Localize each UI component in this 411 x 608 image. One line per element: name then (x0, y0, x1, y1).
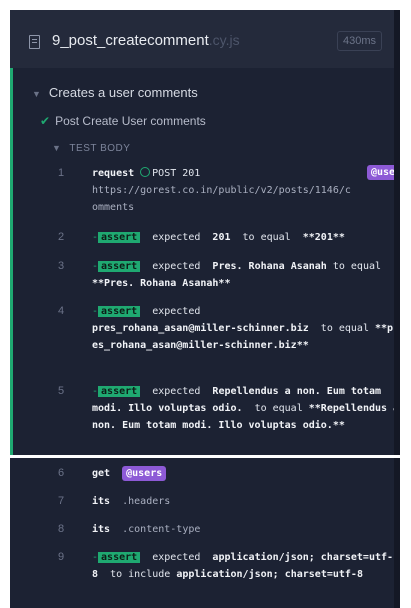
command-number: 6 (58, 467, 65, 479)
command-arg: .headers (122, 496, 171, 507)
alias-badge[interactable]: @users (122, 466, 167, 481)
command-number: 2 (58, 231, 65, 243)
test-body-label[interactable]: ▼ TEST BODY (52, 143, 130, 154)
request-method: POST 201 (152, 168, 201, 179)
assert-badge: assert (98, 552, 141, 563)
caret-down-icon: ▼ (52, 143, 62, 153)
command-name: its (92, 524, 111, 535)
caret-down-icon: ▼ (32, 89, 41, 99)
check-icon: ✔ (40, 114, 51, 128)
scrollbar-track[interactable] (394, 458, 400, 608)
command-number: 8 (58, 523, 65, 535)
assert-badge: assert (98, 386, 141, 397)
file-icon (29, 35, 40, 49)
spec-extension: .cy.js (208, 32, 240, 48)
command-number: 9 (58, 551, 65, 563)
command-log-panel-continued: 6 get @users 7 its .headers 8 its .conte… (10, 458, 400, 608)
command-name: get (92, 468, 111, 479)
pass-indicator-bar (10, 68, 13, 455)
command-number: 7 (58, 495, 65, 507)
circle-icon (140, 167, 151, 177)
duration-badge: 430ms (336, 31, 382, 51)
command-log-panel: 9_post_createcomment.cy.js 430ms ▼ Create… (10, 10, 400, 455)
command-arg: .content-type (122, 524, 201, 535)
command-number: 5 (58, 385, 65, 397)
spec-title: 9_post_createcomment.cy.js (52, 32, 240, 49)
spec-header[interactable]: 9_post_createcomment.cy.js 430ms (10, 10, 400, 68)
assert-badge: assert (98, 232, 141, 243)
assert-badge: assert (98, 306, 141, 317)
command-name: its (92, 496, 111, 507)
command-number: 4 (58, 305, 65, 317)
test-title[interactable]: ✔ Post Create User comments (40, 114, 206, 128)
command-number: 1 (58, 167, 65, 179)
command-number: 3 (58, 260, 65, 272)
scrollbar-track[interactable] (394, 10, 400, 455)
request-url: https://gorest.co.in/public/v2/posts/114… (92, 185, 351, 213)
command-name: request (92, 168, 135, 179)
suite-title[interactable]: ▼ Creates a user comments (32, 85, 198, 100)
assert-badge: assert (98, 261, 141, 272)
